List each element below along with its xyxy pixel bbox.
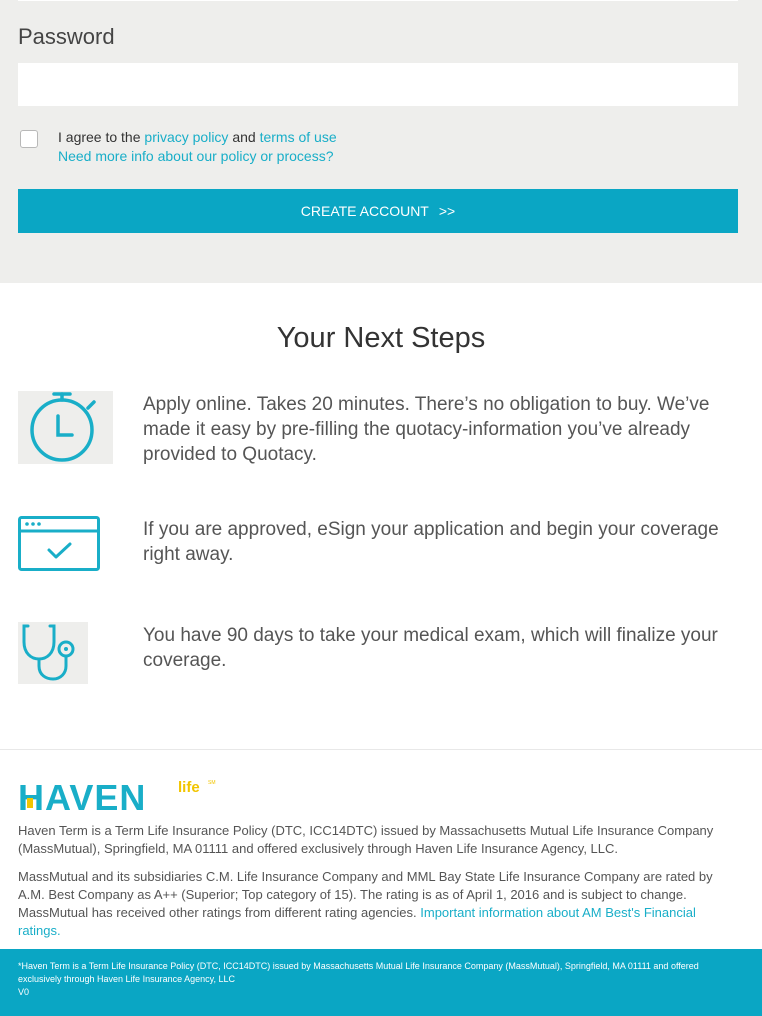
svg-text:HAVEN: HAVEN — [18, 778, 146, 814]
previous-field-edge — [18, 0, 738, 1]
agree-checkbox[interactable] — [20, 130, 38, 148]
stethoscope-icon — [18, 622, 88, 684]
footer-disclaimer-2: MassMutual and its subsidiaries C.M. Lif… — [18, 868, 742, 940]
haven-life-logo: HAVEN life SM — [18, 777, 218, 819]
step-2-text: If you are approved, eSign your applicat… — [143, 519, 719, 565]
step-3-text: You have 90 days to take your medical ex… — [143, 625, 718, 671]
password-input[interactable] — [18, 63, 738, 106]
footer-bar: *Haven Term is a Term Life Insurance Pol… — [0, 949, 762, 1016]
browser-check-icon — [18, 516, 100, 571]
agree-prefix: I agree to the — [58, 129, 145, 145]
footer-disclaimer-1: Haven Term is a Term Life Insurance Poli… — [18, 823, 714, 856]
password-label: Password — [18, 24, 115, 49]
agree-and: and — [228, 129, 260, 145]
chevron-right-icon: >> — [438, 203, 456, 219]
stopwatch-icon — [18, 391, 113, 464]
svg-text:SM: SM — [208, 780, 216, 786]
signup-form: Password I agree to the privacy policy a… — [0, 0, 762, 283]
footer-bar-text: *Haven Term is a Term Life Insurance Pol… — [18, 961, 699, 984]
terms-of-use-link[interactable]: terms of use — [260, 129, 337, 145]
create-account-label: CREATE ACCOUNT — [300, 203, 429, 219]
version-label: V0 — [18, 987, 30, 997]
privacy-policy-link[interactable]: privacy policy — [144, 129, 228, 145]
footer-divider — [0, 749, 762, 750]
step-1-text: Apply online. Takes 20 minutes. There’s … — [143, 394, 710, 465]
agree-text: I agree to the privacy policy and terms … — [58, 128, 337, 166]
svg-text:life: life — [178, 779, 200, 796]
create-account-button[interactable]: CREATE ACCOUNT >> — [18, 189, 738, 233]
more-info-link[interactable]: Need more info about our policy or proce… — [58, 148, 333, 164]
next-steps-title: Your Next Steps — [276, 322, 486, 354]
